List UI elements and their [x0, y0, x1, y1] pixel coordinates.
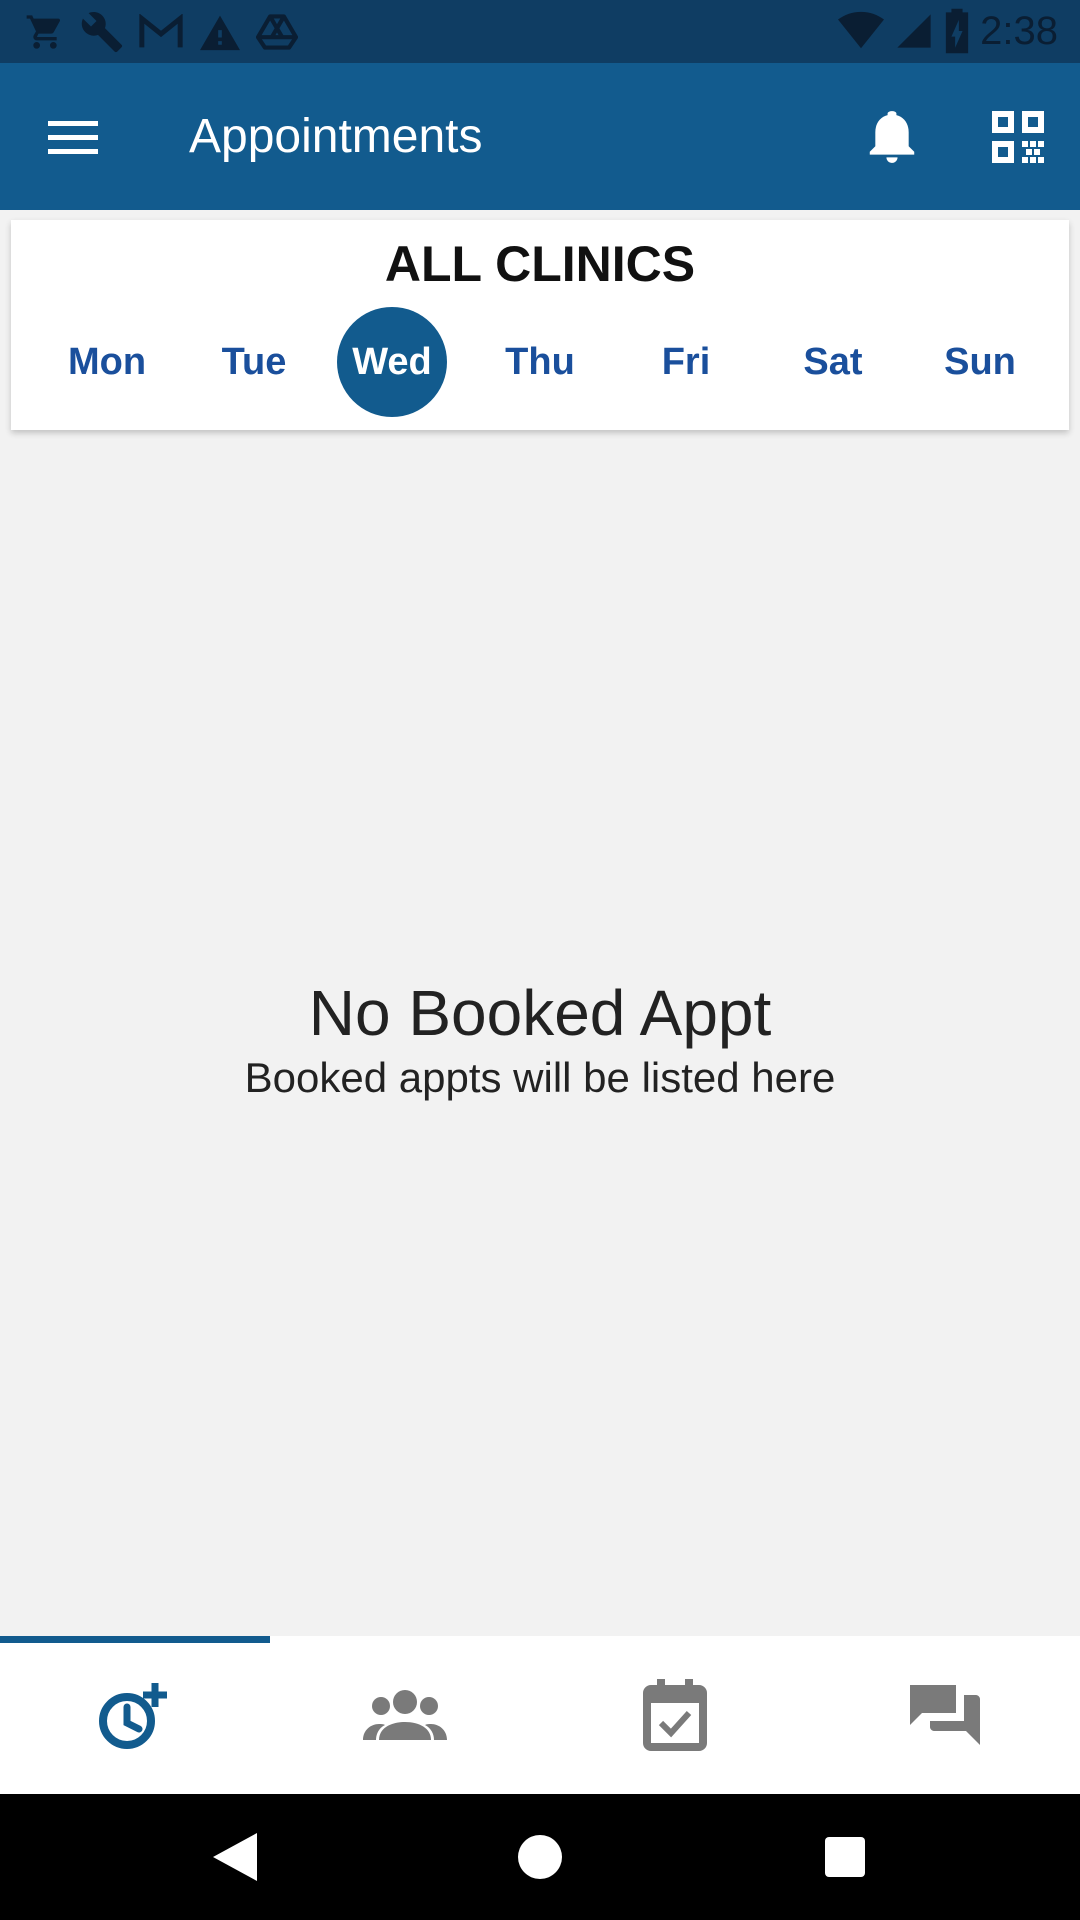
day-tue[interactable]: Tue	[199, 307, 309, 417]
empty-state-subtitle: Booked appts will be listed here	[244, 1054, 836, 1101]
day-mon[interactable]: Mon	[52, 307, 162, 417]
back-button[interactable]	[200, 1822, 270, 1892]
warning-icon	[198, 12, 242, 52]
notification-icons	[24, 8, 298, 56]
status-bar: 2:38	[0, 0, 1080, 63]
empty-state-title: No Booked Appt	[308, 977, 772, 1049]
signal-icon	[894, 11, 934, 51]
clinic-card: ALL CLINICS Mon Tue Wed Thu Fri Sat Sun	[11, 220, 1069, 430]
qr-code-button[interactable]	[988, 107, 1048, 167]
bell-icon	[869, 111, 915, 163]
home-button[interactable]	[505, 1822, 575, 1892]
menu-button[interactable]	[40, 109, 106, 165]
clinic-selector[interactable]: ALL CLINICS	[11, 234, 1069, 294]
people-icon	[363, 1690, 447, 1740]
home-circle-icon	[518, 1835, 562, 1879]
calendar-check-icon	[643, 1679, 707, 1751]
tab-schedule[interactable]	[540, 1636, 810, 1794]
clock-plus-icon	[99, 1683, 167, 1749]
recents-button[interactable]	[810, 1822, 880, 1892]
page-title: Appointments	[189, 110, 483, 163]
wrench-icon	[80, 10, 124, 54]
tab-patients[interactable]	[270, 1636, 540, 1794]
day-wed[interactable]: Wed	[337, 307, 447, 417]
recents-square-icon	[825, 1837, 865, 1877]
bottom-nav	[0, 1636, 1080, 1794]
chat-icon	[910, 1685, 980, 1745]
system-nav-bar	[0, 1794, 1080, 1920]
hamburger-icon	[48, 121, 98, 154]
day-fri[interactable]: Fri	[631, 307, 741, 417]
app-bar: Appointments	[0, 63, 1080, 210]
battery-charging-icon	[944, 8, 970, 54]
tab-book-appointment[interactable]	[0, 1636, 270, 1794]
day-sat[interactable]: Sat	[778, 307, 888, 417]
wifi-icon	[838, 11, 885, 51]
qr-code-icon	[992, 111, 1044, 163]
day-thu[interactable]: Thu	[485, 307, 595, 417]
back-triangle-icon	[213, 1833, 257, 1881]
day-sun[interactable]: Sun	[925, 307, 1035, 417]
status-time: 2:38	[980, 8, 1058, 53]
notifications-button[interactable]	[862, 107, 922, 167]
gmail-icon	[138, 14, 184, 50]
drive-icon	[256, 13, 298, 51]
cart-icon	[24, 12, 66, 52]
tab-messages[interactable]	[810, 1636, 1080, 1794]
